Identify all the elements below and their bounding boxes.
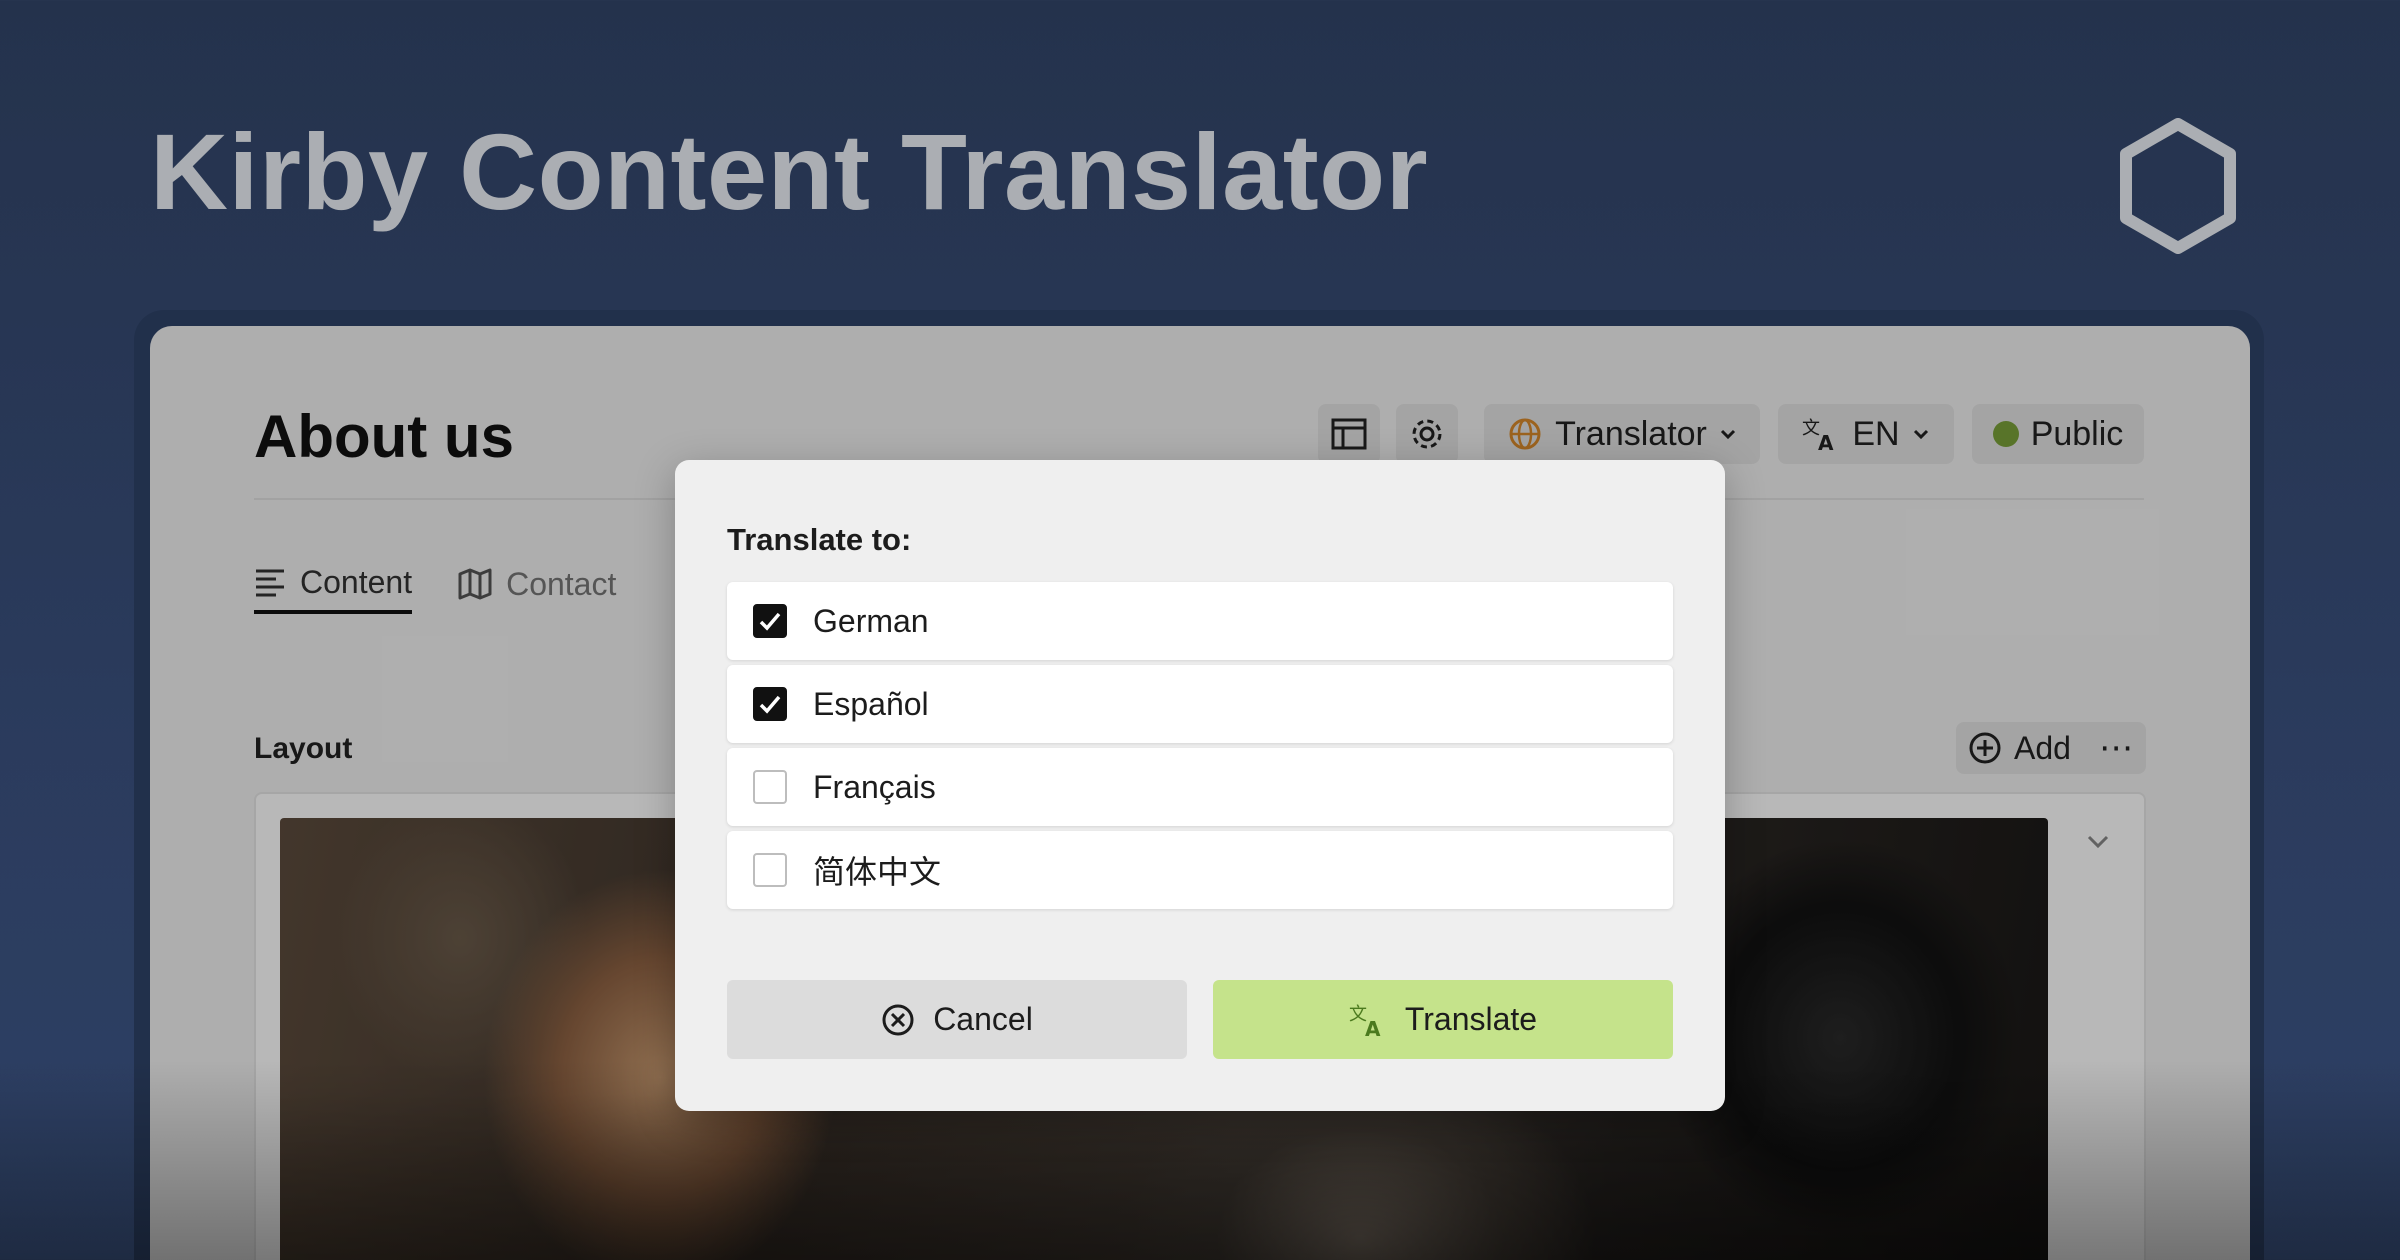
language-options: German Español Français 简体中文 xyxy=(727,582,1673,914)
cancel-circle-icon xyxy=(882,1004,914,1035)
translate-icon: 文A xyxy=(1349,1004,1381,1038)
option-label: 简体中文 xyxy=(813,854,942,890)
option-chinese-simplified[interactable]: 简体中文 xyxy=(727,831,1673,909)
checkbox-francais[interactable] xyxy=(753,770,787,804)
dialog-label: Translate to: xyxy=(727,522,912,557)
option-espanol[interactable]: Español xyxy=(727,665,1673,743)
translate-label: Translate xyxy=(1404,1001,1538,1037)
checkbox-german[interactable] xyxy=(753,604,787,638)
option-francais[interactable]: Français xyxy=(727,748,1673,826)
option-label: Español xyxy=(813,685,929,722)
option-german[interactable]: German xyxy=(727,582,1673,660)
checkmark-icon xyxy=(759,612,781,631)
checkbox-chinese-simplified[interactable] xyxy=(753,853,787,887)
translate-button[interactable]: 文A Translate xyxy=(1213,980,1673,1059)
translate-dialog: Translate to: German Español Français 简体… xyxy=(675,460,1725,1111)
checkmark-icon xyxy=(759,695,781,714)
cancel-label: Cancel xyxy=(933,1001,1033,1037)
option-label: German xyxy=(813,602,929,639)
cancel-button[interactable]: Cancel xyxy=(727,980,1187,1059)
checkbox-espanol[interactable] xyxy=(753,687,787,721)
option-label: Français xyxy=(813,768,936,805)
svg-text:A: A xyxy=(1365,1017,1381,1038)
